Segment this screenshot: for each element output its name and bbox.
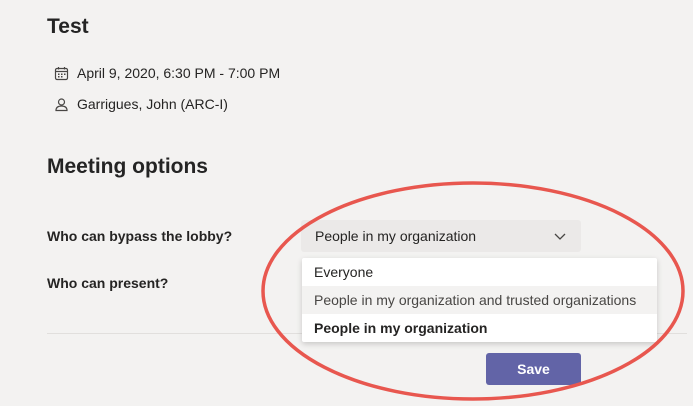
dropdown-option-everyone[interactable]: Everyone — [302, 258, 657, 286]
meeting-datetime: April 9, 2020, 6:30 PM - 7:00 PM — [77, 65, 281, 81]
meeting-organizer-row: Garrigues, John (ARC-I) — [54, 96, 228, 112]
meeting-organizer: Garrigues, John (ARC-I) — [77, 96, 228, 112]
dropdown-option-org-and-trusted[interactable]: People in my organization and trusted or… — [302, 286, 657, 314]
save-button[interactable]: Save — [486, 353, 581, 385]
highlight-ellipse-annotation — [261, 181, 685, 401]
lobby-dropdown-menu: Everyone People in my organization and t… — [302, 258, 657, 342]
person-icon — [54, 97, 69, 112]
meeting-title: Test — [47, 15, 89, 38]
section-title: Meeting options — [47, 155, 208, 178]
lobby-label: Who can bypass the lobby? — [47, 228, 233, 244]
meeting-datetime-row: April 9, 2020, 6:30 PM - 7:00 PM — [54, 65, 280, 81]
chevron-down-icon — [553, 229, 567, 243]
lobby-select[interactable]: People in my organization — [301, 220, 581, 252]
dropdown-option-my-org[interactable]: People in my organization — [302, 314, 657, 342]
calendar-icon — [54, 66, 69, 81]
lobby-select-value: People in my organization — [315, 228, 477, 244]
present-label: Who can present? — [47, 275, 169, 291]
